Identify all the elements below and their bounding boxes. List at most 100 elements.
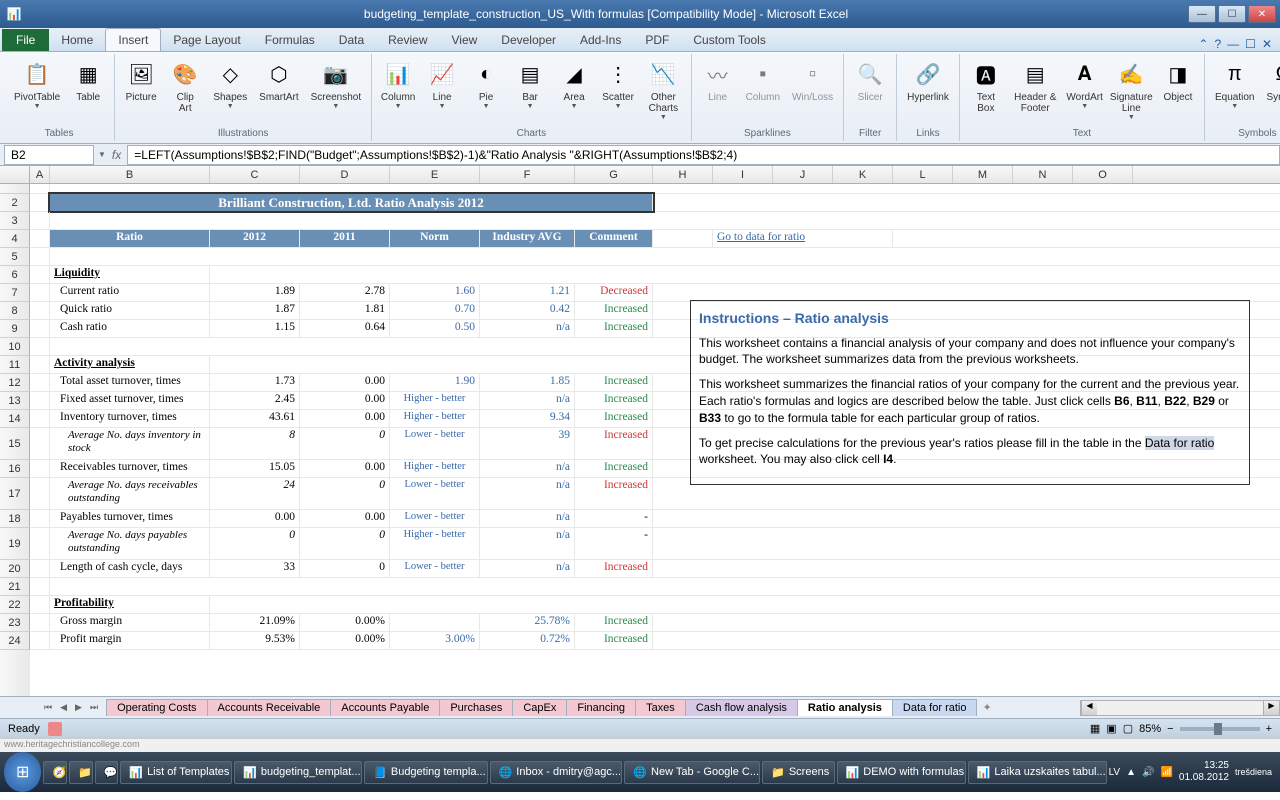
row-header[interactable]: 21 (0, 578, 30, 596)
row-header[interactable]: 16 (0, 460, 30, 478)
pivottable-button[interactable]: 📋PivotTable▼ (10, 56, 64, 112)
sheet-title[interactable]: Brilliant Construction, Ltd. Ratio Analy… (50, 194, 653, 211)
col-header[interactable]: C (210, 166, 300, 183)
scatter-chart-button[interactable]: ⋮Scatter▼ (598, 56, 638, 112)
taskbar-item[interactable]: 🧭 (43, 761, 67, 784)
clipart-button[interactable]: 🎨Clip Art (165, 56, 205, 116)
object-button[interactable]: ◨Object (1158, 56, 1198, 105)
sheet-tab[interactable]: Purchases (439, 699, 513, 716)
row-header[interactable]: 5 (0, 248, 30, 266)
view-break-icon[interactable]: ▢ (1123, 722, 1133, 735)
ratio-label[interactable]: Average No. days receivables outstanding (50, 478, 210, 509)
row-header[interactable]: 22 (0, 596, 30, 614)
row-header[interactable]: 2 (0, 194, 30, 212)
tray-icon[interactable]: ▲ (1126, 767, 1136, 778)
col-header[interactable]: L (893, 166, 953, 183)
ratio-label[interactable]: Cash ratio (50, 320, 210, 337)
row-header[interactable]: 12 (0, 374, 30, 392)
tab-developer[interactable]: Developer (489, 29, 568, 51)
textbox-button[interactable]: 🅰Text Box (966, 56, 1006, 116)
sparkline-winloss-button[interactable]: ▫Win/Loss (788, 56, 837, 105)
ratio-label[interactable]: Fixed asset turnover, times (50, 392, 210, 409)
shapes-button[interactable]: ◇Shapes▼ (209, 56, 251, 112)
taskbar-item[interactable]: 💬 (95, 761, 119, 784)
tab-home[interactable]: Home (49, 29, 105, 51)
smartart-button[interactable]: ⬡SmartArt (255, 56, 302, 105)
workbook-minimize-icon[interactable]: — (1227, 37, 1239, 51)
row-header[interactable]: 19 (0, 528, 30, 560)
tab-view[interactable]: View (440, 29, 490, 51)
tab-addins[interactable]: Add-Ins (568, 29, 633, 51)
worksheet-grid[interactable]: 23456789101112131415161718192021222324 B… (0, 184, 1280, 696)
fx-icon[interactable]: fx (106, 148, 127, 162)
taskbar-item[interactable]: 🌐 Inbox - dmitry@agc... (490, 761, 623, 784)
tab-review[interactable]: Review (376, 29, 439, 51)
sheet-tab[interactable]: CapEx (512, 699, 567, 716)
row-header[interactable]: 18 (0, 510, 30, 528)
goto-data-link[interactable]: Go to data for ratio (713, 230, 893, 247)
tab-nav-last[interactable]: ⏭ (86, 702, 106, 713)
row-header[interactable]: 6 (0, 266, 30, 284)
view-normal-icon[interactable]: ▦ (1090, 722, 1100, 735)
tab-page-layout[interactable]: Page Layout (161, 29, 252, 51)
ratio-label[interactable]: Average No. days inventory in stock (50, 428, 210, 459)
row-header[interactable]: 7 (0, 284, 30, 302)
col-header[interactable]: E (390, 166, 480, 183)
sheet-tab[interactable]: Accounts Receivable (207, 699, 332, 716)
col-header[interactable]: D (300, 166, 390, 183)
header-2012[interactable]: 2012 (210, 230, 300, 247)
row-header[interactable]: 20 (0, 560, 30, 578)
name-box[interactable]: B2 (4, 145, 94, 165)
sparkline-column-button[interactable]: ▪Column (742, 56, 784, 105)
tray-clock[interactable]: 13:25 01.08.2012 (1179, 760, 1229, 784)
file-tab[interactable]: File (2, 29, 49, 51)
row-header[interactable]: 4 (0, 230, 30, 248)
workbook-restore-icon[interactable]: ☐ (1245, 37, 1256, 51)
tab-formulas[interactable]: Formulas (253, 29, 327, 51)
minimize-button[interactable]: — (1188, 5, 1216, 23)
tray-lang[interactable]: LV (1109, 767, 1121, 778)
hyperlink-button[interactable]: 🔗Hyperlink (903, 56, 953, 105)
section-activity[interactable]: Activity analysis (50, 356, 210, 373)
ratio-label[interactable]: Receivables turnover, times (50, 460, 210, 477)
ratio-label[interactable]: Payables turnover, times (50, 510, 210, 527)
tray-icon[interactable]: 🔊 (1142, 767, 1154, 778)
zoom-slider[interactable] (1180, 727, 1260, 731)
line-chart-button[interactable]: 📈Line▼ (422, 56, 462, 112)
tab-nav-first[interactable]: ⏮ (40, 702, 56, 713)
sheet-tab-active[interactable]: Ratio analysis (797, 699, 893, 716)
horizontal-scrollbar[interactable]: ◀▶ (1080, 700, 1280, 716)
ribbon-minimize-icon[interactable]: ⌃ (1198, 37, 1208, 51)
taskbar-item[interactable]: 📁 (69, 761, 93, 784)
row-header[interactable]: 10 (0, 338, 30, 356)
taskbar-item[interactable]: 📊 Laika uzskaites tabul... (968, 761, 1107, 784)
wordart-button[interactable]: 𝐀WordArt▼ (1065, 56, 1105, 112)
taskbar-item[interactable]: 📁 Screens (762, 761, 834, 784)
formula-input[interactable]: =LEFT(Assumptions!$B$2;FIND("Budget";Ass… (127, 145, 1280, 165)
zoom-level[interactable]: 85% (1139, 723, 1161, 735)
col-header[interactable]: F (480, 166, 575, 183)
signature-button[interactable]: ✍Signature Line▼ (1109, 56, 1154, 123)
taskbar-item[interactable]: 📊 budgeting_templat... (234, 761, 362, 784)
tab-nav-next[interactable]: ▶ (71, 702, 86, 713)
close-button[interactable]: ✕ (1248, 5, 1276, 23)
row-header[interactable]: 24 (0, 632, 30, 650)
ratio-label[interactable]: Gross margin (50, 614, 210, 631)
help-icon[interactable]: ? (1214, 37, 1221, 51)
sheet-tab[interactable]: Accounts Payable (330, 699, 440, 716)
other-charts-button[interactable]: 📉Other Charts▼ (642, 56, 684, 123)
row-header[interactable]: 8 (0, 302, 30, 320)
macro-record-icon[interactable] (48, 722, 62, 736)
tray-icon[interactable]: 📶 (1160, 767, 1172, 778)
header-comment[interactable]: Comment (575, 230, 653, 247)
sheet-tab[interactable]: Taxes (635, 699, 686, 716)
section-liquidity[interactable]: Liquidity (50, 266, 210, 283)
row-header[interactable]: 13 (0, 392, 30, 410)
row-header[interactable]: 14 (0, 410, 30, 428)
col-header[interactable]: K (833, 166, 893, 183)
view-page-icon[interactable]: ▣ (1106, 722, 1116, 735)
sheet-tab[interactable]: Financing (566, 699, 636, 716)
col-header[interactable]: O (1073, 166, 1133, 183)
ratio-label[interactable]: Total asset turnover, times (50, 374, 210, 391)
column-chart-button[interactable]: 📊Column▼ (378, 56, 418, 112)
